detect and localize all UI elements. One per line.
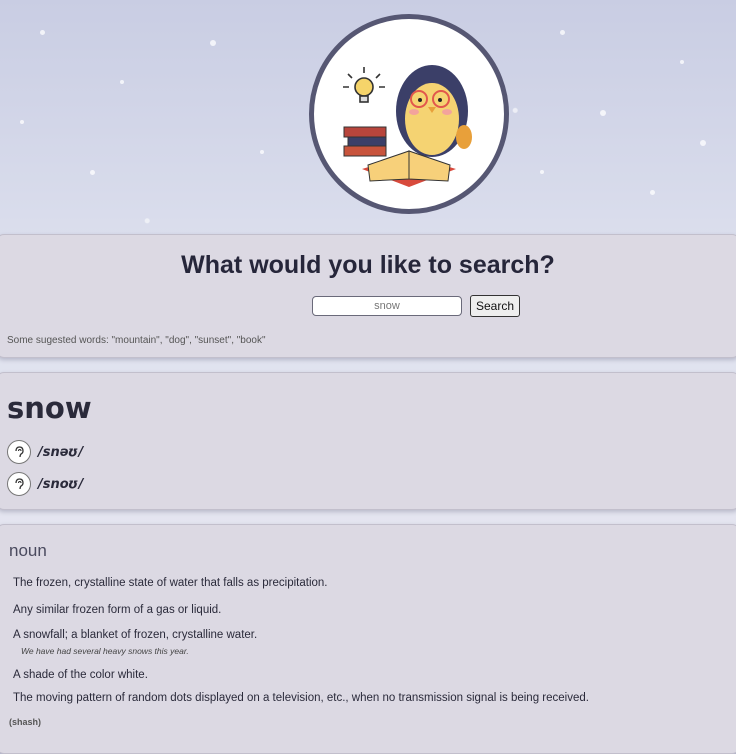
definitions-panel: noun The frozen, crystalline state of wa… <box>0 524 736 754</box>
definition: A snowfall; a blanket of frozen, crystal… <box>13 629 258 641</box>
search-input[interactable] <box>312 296 462 316</box>
play-audio-button[interactable] <box>7 472 31 496</box>
penguin-reading-logo <box>309 14 509 214</box>
definition: The frozen, crystalline state of water t… <box>13 577 328 589</box>
definition: Any similar frozen form of a gas or liqu… <box>13 604 222 616</box>
definition-example: We have had several heavy snows this yea… <box>21 646 189 656</box>
lightbulb-icon <box>343 67 385 103</box>
ear-icon <box>15 478 24 490</box>
headword: snow <box>7 391 92 425</box>
definition: A shade of the color white. <box>13 669 148 681</box>
usage-tag: (shash) <box>9 717 42 727</box>
penguin-icon <box>343 65 472 187</box>
word-panel: snow /snəʊ/ /snoʊ/ <box>0 372 736 510</box>
phonetic-text: /snəʊ/ <box>38 444 84 460</box>
phonetic-text: /snoʊ/ <box>38 476 84 492</box>
ear-icon <box>15 446 24 458</box>
phonetic-row: /snəʊ/ <box>7 439 83 465</box>
definition: The moving pattern of random dots displa… <box>13 692 589 704</box>
part-of-speech: noun <box>9 541 47 560</box>
suggested-words: Some sugested words: "mountain", "dog", … <box>7 335 266 346</box>
search-panel: What would you like to search? Search So… <box>0 234 736 358</box>
search-button[interactable]: Search <box>470 295 521 317</box>
phonetic-row: /snoʊ/ <box>7 471 83 497</box>
play-audio-button[interactable] <box>7 440 31 464</box>
search-heading: What would you like to search? <box>181 251 555 279</box>
